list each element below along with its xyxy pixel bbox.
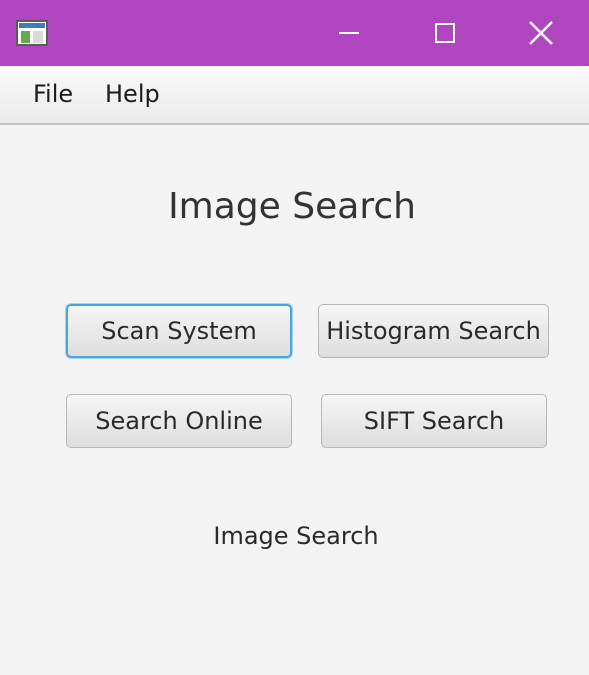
window-title-bar[interactable] [0,0,589,66]
histogram-search-button[interactable]: Histogram Search [318,304,549,358]
menu-file[interactable]: File [33,80,73,108]
scan-system-button[interactable]: Scan System [66,304,292,358]
status-label: Image Search [213,522,379,550]
menu-bar: File Help [0,66,589,125]
close-icon [529,21,553,45]
minimize-icon [339,32,359,34]
page-title: Image Search [168,186,416,227]
app-window-icon [16,20,48,46]
close-button[interactable] [493,0,589,66]
sift-search-button[interactable]: SIFT Search [321,394,547,448]
maximize-icon [435,23,455,43]
search-online-button[interactable]: Search Online [66,394,292,448]
minimize-button[interactable] [301,0,397,66]
maximize-button[interactable] [397,0,493,66]
menu-help[interactable]: Help [105,80,160,108]
